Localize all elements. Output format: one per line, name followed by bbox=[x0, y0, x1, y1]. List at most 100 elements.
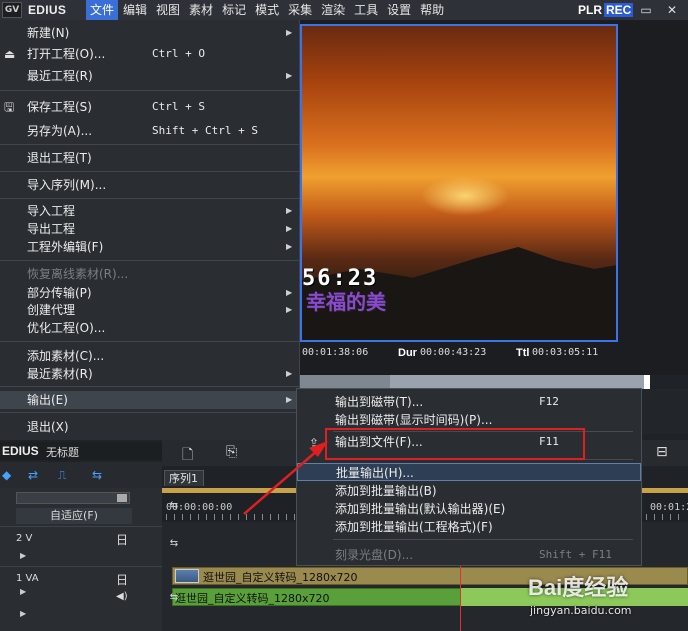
menu-item-partial-transfer[interactable]: 部分传输(P) ▶ bbox=[0, 284, 300, 302]
menu-item-close-project[interactable]: 退出工程(T) bbox=[0, 149, 300, 167]
audio-clip-label: 逛世园_自定义转码_1280x720 bbox=[175, 592, 330, 605]
menu-edit[interactable]: 编辑 bbox=[119, 0, 151, 20]
project-brand: EDIUS bbox=[2, 444, 39, 458]
submenu-output-to-tape-timecode[interactable]: 输出到磁带(显示时间码)(P)... bbox=[297, 411, 641, 429]
save-icon: 🖫 bbox=[4, 100, 15, 114]
menu-mode[interactable]: 模式 bbox=[251, 0, 283, 20]
submenu-arrow-icon: ▶ bbox=[286, 305, 293, 314]
export-file-icon: ⇪ bbox=[309, 436, 320, 450]
menu-item-external-edit[interactable]: 工程外编辑(F) ▶ bbox=[0, 238, 300, 256]
menu-item-open-project[interactable]: ⏏ 打开工程(O)... Ctrl + O bbox=[0, 45, 300, 63]
track-2v[interactable]: 2 V 日 ▶ bbox=[0, 526, 162, 566]
submenu-batch-output[interactable]: 批量输出(H)... bbox=[297, 463, 641, 481]
watermark-url: jingyan.baidu.com bbox=[530, 604, 632, 617]
menu-item-optimize-project[interactable]: 优化工程(O)... bbox=[0, 319, 300, 337]
project-bar: EDIUS 无标题 bbox=[0, 442, 162, 460]
menu-item-export-project[interactable]: 导出工程 ▶ bbox=[0, 220, 300, 238]
menu-clip[interactable]: 素材 bbox=[185, 0, 217, 20]
menu-item-import-project[interactable]: 导入工程 ▶ bbox=[0, 202, 300, 220]
open-icon[interactable]: ⎘ bbox=[226, 444, 237, 460]
submenu-add-to-batch-default[interactable]: 添加到批量输出(默认输出器)(E) bbox=[297, 500, 641, 518]
track-link-icon[interactable]: ⇄ bbox=[28, 468, 38, 482]
submenu-arrow-icon: ▶ bbox=[286, 369, 293, 378]
submenu-burn-disc: 刻录光盘(D)... Shift + F11 bbox=[335, 548, 612, 562]
track-expand-icon[interactable]: ▶ bbox=[20, 609, 26, 618]
track-name: 1 VA bbox=[16, 573, 39, 584]
menu-item-save-project[interactable]: 🖫 保存工程(S) Ctrl + S bbox=[0, 98, 300, 116]
menu-tools[interactable]: 工具 bbox=[350, 0, 382, 20]
menu-help[interactable]: 帮助 bbox=[416, 0, 448, 20]
track-expand-icon[interactable]: ▶ bbox=[20, 551, 26, 560]
zoom-slider-knob[interactable] bbox=[117, 494, 127, 502]
baidu-watermark: Bai度经验 jingyan.baidu.com bbox=[528, 568, 688, 631]
ruler-end: 00:01:2 bbox=[650, 502, 688, 513]
submenu-arrow-icon: ▶ bbox=[286, 28, 293, 37]
submenu-arrow-icon: ▶ bbox=[286, 224, 293, 233]
book-icon[interactable]: ⊟ bbox=[656, 444, 668, 460]
menu-item-import-sequence[interactable]: 导入序列(M)... bbox=[0, 176, 300, 194]
sync-icon[interactable]: ⇆ bbox=[162, 592, 186, 603]
track-audio-icon[interactable]: ◀) bbox=[116, 591, 128, 602]
menu-capture[interactable]: 采集 bbox=[284, 0, 316, 20]
fit-select[interactable]: 自适应(F) bbox=[16, 508, 132, 524]
tc-in-value: 00:01:38:06 bbox=[302, 347, 369, 358]
menu-item-recent-clips[interactable]: 最近素材(R) ▶ bbox=[0, 365, 300, 383]
track-video-icon[interactable]: 日 bbox=[116, 571, 128, 588]
file-menu: 新建(N) ▶ ⏏ 打开工程(O)... Ctrl + O 最近工程(R) ▶ 🖫 保存工… bbox=[0, 20, 300, 440]
open-folder-icon: ⏏ bbox=[4, 47, 16, 61]
track-1va[interactable]: 1 VA 日 ▶ ◀) ▶ bbox=[0, 566, 162, 631]
tab-sequence-1[interactable]: 序列1 bbox=[164, 470, 204, 486]
track-group-icon[interactable]: ⎍ bbox=[58, 468, 66, 483]
new-sequence-icon[interactable]: 🗋 bbox=[182, 444, 193, 468]
submenu-add-to-batch-project-format[interactable]: 添加到批量输出(工程格式)(F) bbox=[297, 518, 641, 536]
submenu-add-to-batch[interactable]: 添加到批量输出(B) bbox=[297, 482, 641, 500]
sunset-glow bbox=[420, 176, 510, 216]
submenu-arrow-icon: ▶ bbox=[286, 242, 293, 251]
submenu-arrow-icon: ▶ bbox=[286, 288, 293, 297]
zoom-slider[interactable] bbox=[16, 492, 130, 504]
track-mode-icon[interactable]: ◆ bbox=[2, 468, 11, 482]
app-name: EDIUS bbox=[28, 3, 67, 17]
menu-file[interactable]: 文件 bbox=[86, 0, 119, 20]
dur-label: Dur bbox=[398, 347, 417, 359]
rec-label: REC bbox=[604, 3, 634, 17]
close-icon[interactable]: ✕ bbox=[664, 2, 680, 18]
menu-item-recent-projects[interactable]: 最近工程(R) ▶ bbox=[0, 67, 300, 85]
menu-item-save-as[interactable]: 另存为(A)... Shift + Ctrl + S bbox=[0, 122, 300, 140]
menu-item-output[interactable]: 输出(E) ▶ bbox=[0, 391, 300, 409]
track-name: 2 V bbox=[16, 533, 33, 544]
submenu-output-to-tape[interactable]: 输出到磁带(T)... F12 bbox=[297, 393, 641, 411]
menu-settings[interactable]: 设置 bbox=[383, 0, 415, 20]
track-video-icon[interactable]: 日 bbox=[116, 531, 128, 548]
sync-icon[interactable]: ⇆ bbox=[162, 538, 186, 549]
plr-rec-indicator[interactable]: PLR REC bbox=[578, 2, 634, 18]
track-sync-icon[interactable]: ⇆ bbox=[92, 468, 102, 482]
output-submenu: 输出到磁带(T)... F12 输出到磁带(显示时间码)(P)... ⇪ 输出到文件… bbox=[296, 388, 642, 566]
menu-item-create-proxy[interactable]: 创建代理 ▶ bbox=[0, 301, 300, 319]
gv-logo-icon: GV bbox=[2, 2, 22, 18]
menu-view[interactable]: 视图 bbox=[152, 0, 184, 20]
menu-render[interactable]: 渲染 bbox=[317, 0, 349, 20]
player-scrub-bar[interactable] bbox=[300, 375, 650, 389]
ttl-value: 00:03:05:11 bbox=[532, 347, 599, 358]
video-clip-label: 逛世园_自定义转码_1280x720 bbox=[203, 571, 358, 584]
app-logo: GV EDIUS bbox=[0, 0, 86, 20]
menu-marker[interactable]: 标记 bbox=[218, 0, 250, 20]
menu-item-add-clip[interactable]: 添加素材(C)... bbox=[0, 347, 300, 365]
minimize-icon[interactable]: ▭ bbox=[638, 2, 654, 18]
menu-item-restore-offline: 恢复离线素材(R)... bbox=[27, 267, 129, 281]
submenu-arrow-icon: ▶ bbox=[286, 206, 293, 215]
highlight-box bbox=[325, 428, 585, 460]
sync-icon[interactable]: ⇆ bbox=[162, 500, 186, 511]
scrub-end-marker bbox=[644, 375, 650, 389]
watermark-brand: Bai度经验 bbox=[528, 575, 629, 600]
submenu-arrow-icon: ▶ bbox=[286, 71, 293, 80]
ttl-label: Ttl bbox=[516, 347, 530, 359]
submenu-arrow-icon: ▶ bbox=[286, 395, 293, 404]
scrub-played bbox=[300, 375, 390, 389]
menu-item-new[interactable]: 新建(N) ▶ bbox=[0, 24, 300, 42]
timecode-bar: 00:01:38:06 Dur 00:00:43:23 Ttl 00:03:05… bbox=[300, 344, 688, 362]
menu-item-exit[interactable]: 退出(X) bbox=[0, 418, 300, 436]
track-expand-icon[interactable]: ▶ bbox=[20, 587, 26, 596]
overlay-subtitle: 幸福的美 bbox=[306, 290, 386, 314]
